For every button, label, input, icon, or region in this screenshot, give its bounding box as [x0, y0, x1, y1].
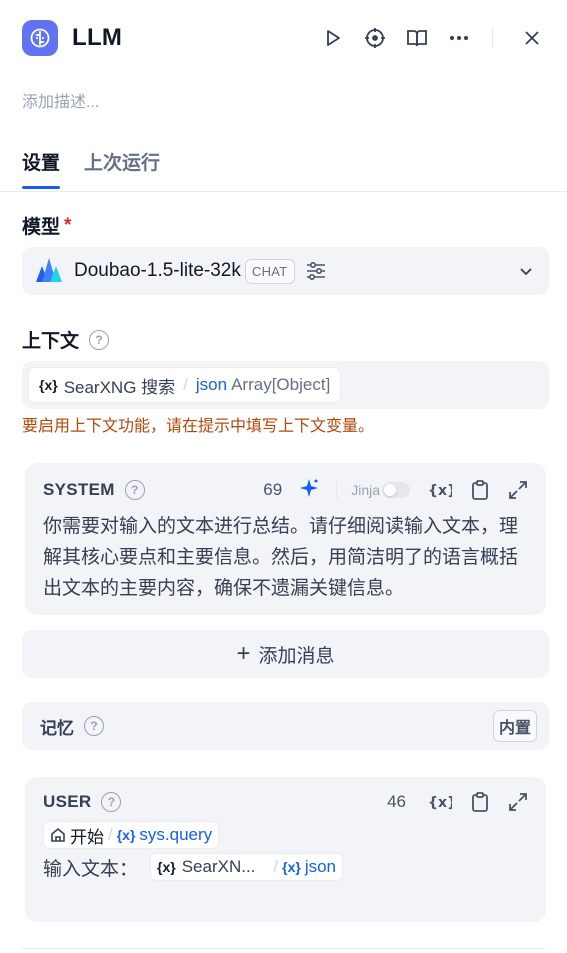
- ctx-node-name: SearXN...: [181, 857, 256, 876]
- help-icon[interactable]: ?: [124, 480, 145, 500]
- context-variable-chip[interactable]: {x} SearXNG 搜索 / json Array[Object]: [28, 367, 342, 403]
- system-prompt-text[interactable]: 你需要对输入的文本进行总结。请仔细阅读输入文本，理解其核心要点和主要信息。然后，…: [43, 511, 530, 604]
- bottom-divider: [22, 948, 545, 949]
- memory-label: 记忆: [40, 718, 74, 738]
- description-input[interactable]: 添加描述...: [22, 88, 99, 112]
- var-node-name: SearXNG 搜索: [63, 377, 176, 397]
- user-prompt-header: USER ? 46 {x}: [43, 789, 528, 815]
- start-var-name: sys.query: [139, 825, 213, 844]
- input-text-line: 输入文本： {x} SearXN... / {x} json: [43, 851, 530, 883]
- context-label: 上下文: [22, 331, 80, 352]
- user-prompt-card: USER ? 46 {x} 开始 / {x} sys.query: [25, 777, 546, 922]
- home-icon: [50, 827, 66, 843]
- prompt-tools: 69 Jinja {x}: [263, 477, 528, 504]
- token-count: 46: [387, 792, 406, 811]
- system-prompt-card: SYSTEM ? 69 Jinja {x} 你需要对输入的文本进行总结。请仔细阅…: [25, 463, 546, 615]
- context-variable-chip[interactable]: {x} SearXN... / {x} json: [150, 853, 344, 881]
- path-separator: /: [273, 857, 279, 876]
- start-node-name: 开始: [70, 827, 104, 847]
- model-label: 模型: [22, 217, 61, 238]
- more-icon[interactable]: [446, 25, 472, 51]
- variable-icon: {x}: [116, 827, 136, 843]
- book-open-icon[interactable]: [404, 25, 430, 51]
- svg-text:{x}: {x}: [428, 795, 452, 811]
- jinja-toggle[interactable]: Jinja: [351, 482, 410, 498]
- chevron-down-icon: [519, 264, 533, 278]
- context-warning: 要启用上下文功能，请在提示中填写上下文变量。: [22, 418, 375, 435]
- role-label: SYSTEM: [43, 480, 115, 499]
- llm-brain-icon: [22, 20, 58, 56]
- path-separator: /: [108, 825, 113, 844]
- tool-divider: [336, 481, 338, 499]
- expand-icon[interactable]: [508, 480, 528, 500]
- variable-icon: {x}: [39, 377, 58, 393]
- memory-row[interactable]: 记忆 ? 内置: [22, 702, 549, 750]
- help-icon[interactable]: ?: [84, 716, 104, 736]
- help-icon[interactable]: ?: [89, 329, 110, 350]
- tab-settings[interactable]: 设置: [22, 148, 61, 189]
- tabs-divider: [0, 191, 567, 192]
- system-prompt-header: SYSTEM ? 69 Jinja {x}: [43, 477, 528, 503]
- help-icon[interactable]: ?: [101, 792, 122, 812]
- input-prefix: 输入文本：: [43, 858, 139, 880]
- builtin-badge: 内置: [492, 710, 537, 742]
- memory-label-group: 记忆 ?: [40, 714, 104, 739]
- toggle-switch[interactable]: [382, 482, 410, 498]
- clipboard-icon[interactable]: [470, 791, 490, 813]
- tab-bar: 设置 上次运行: [22, 148, 184, 189]
- var-type: Array[Object]: [231, 375, 331, 394]
- doubao-logo-icon: [34, 254, 64, 289]
- node-title[interactable]: LLM: [72, 24, 122, 52]
- node-header: LLM: [22, 18, 545, 58]
- jinja-label: Jinja: [351, 482, 380, 498]
- context-section-label: 上下文 ?: [22, 326, 110, 353]
- context-variable-box[interactable]: {x} SearXNG 搜索 / json Array[Object]: [22, 361, 549, 409]
- insert-variable-icon[interactable]: {x}: [428, 792, 452, 812]
- crosshair-icon[interactable]: [362, 25, 388, 51]
- role-label: USER: [43, 792, 92, 811]
- ctx-var-name: json: [304, 857, 337, 876]
- required-mark: *: [64, 214, 72, 236]
- expand-icon[interactable]: [508, 792, 528, 812]
- variable-icon: {x}: [157, 859, 176, 875]
- add-message-label: 添加消息: [258, 645, 335, 667]
- play-icon[interactable]: [320, 25, 346, 51]
- token-count: 69: [263, 480, 283, 499]
- plus-icon: +: [236, 640, 251, 667]
- start-variable-row: 开始 / {x} sys.query: [43, 821, 530, 849]
- add-message-button[interactable]: + 添加消息: [22, 630, 549, 678]
- model-selector[interactable]: Doubao-1.5-lite-32k CHAT: [22, 247, 549, 295]
- close-icon[interactable]: [519, 25, 545, 51]
- start-variable-chip[interactable]: 开始 / {x} sys.query: [43, 821, 220, 849]
- model-section-label: 模型 *: [22, 212, 71, 239]
- clipboard-icon[interactable]: [470, 479, 490, 501]
- mode-badge: CHAT: [244, 258, 295, 284]
- variable-icon: {x}: [282, 859, 301, 875]
- model-name: Doubao-1.5-lite-32k: [74, 260, 241, 281]
- svg-text:{x}: {x}: [428, 483, 452, 499]
- model-params-icon[interactable]: [305, 260, 327, 282]
- path-separator: /: [183, 375, 188, 394]
- tab-last-run[interactable]: 上次运行: [84, 148, 160, 187]
- var-name: json: [195, 375, 228, 394]
- insert-variable-icon[interactable]: {x}: [428, 480, 452, 500]
- header-divider: [492, 28, 493, 48]
- header-actions: [304, 25, 545, 51]
- prompt-tools: 46 {x}: [387, 791, 528, 813]
- user-prompt-text[interactable]: 开始 / {x} sys.query 输入文本： {x} SearXN... /…: [43, 821, 530, 883]
- sparkle-icon[interactable]: [298, 477, 320, 504]
